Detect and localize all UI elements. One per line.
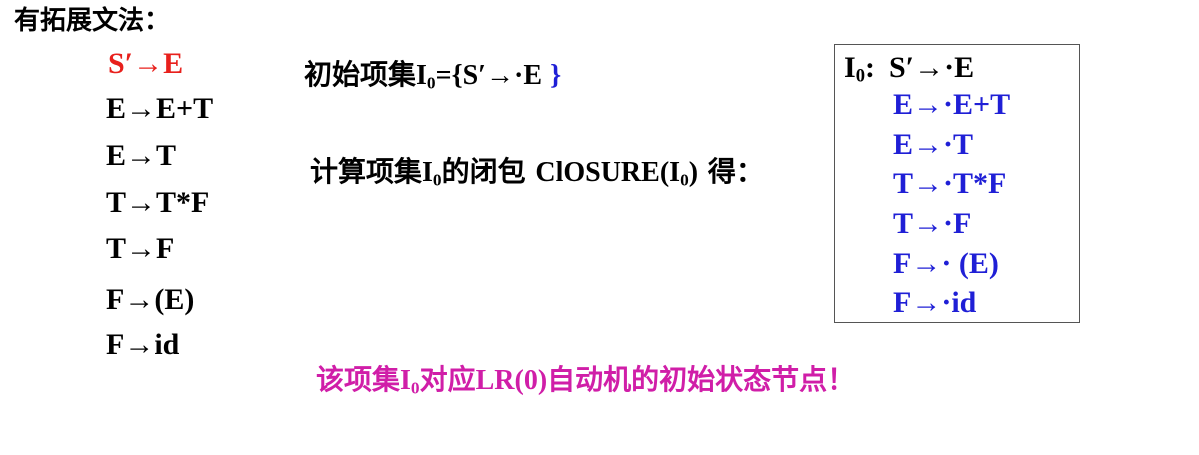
closure-line: 计算项集I0的闭包 ClOSURE(I0) 得：	[310, 154, 764, 191]
closure-word-end: )	[688, 157, 699, 188]
closure-prefix: 计算项集	[310, 155, 423, 188]
production-3: T→T*F	[106, 186, 210, 219]
closure-word-subscript: 0	[680, 170, 689, 190]
closure-suffix: 得：	[698, 155, 764, 188]
closure-item-5: F→· (E)	[893, 247, 999, 280]
note-suffix: 自动机的初始状态节点！	[547, 363, 856, 396]
closure-item-3: T→·T*F	[893, 167, 1007, 200]
closure-item-subscript: 0	[432, 170, 442, 190]
production-2: E→T	[106, 139, 177, 172]
initial-item-subscript: 0	[426, 73, 436, 93]
note-text: 对应	[419, 363, 476, 396]
initial-item-line: 初始项集I0={S′→·E}	[304, 57, 561, 94]
closure-item-1: E→·E+T	[893, 88, 1011, 121]
production-4: T→F	[106, 232, 175, 265]
start-production: S′→E	[108, 47, 184, 80]
closure-item-2: E→·T	[893, 128, 974, 161]
initial-item-value: S′→·E	[462, 60, 543, 91]
note-item-symbol: I	[400, 365, 411, 396]
initial-item-label: 初始项集	[304, 58, 417, 91]
production-1: E→E+T	[106, 92, 214, 125]
closure-item-symbol: I	[422, 157, 433, 188]
closure-box-colon: :	[864, 51, 875, 84]
initial-item-close-brace: }	[550, 60, 562, 91]
closure-item-6: F→·id	[893, 286, 977, 319]
closure-item-4: T→·F	[893, 207, 972, 240]
production-6: F→id	[106, 328, 180, 361]
note-prefix: 该项集	[316, 363, 401, 396]
production-5: F→(E)	[106, 283, 195, 316]
page-title: 有拓展文法：	[14, 6, 171, 36]
bottom-note: 该项集I0对应LR(0)自动机的初始状态节点！	[316, 360, 855, 401]
note-item-subscript: 0	[410, 378, 420, 398]
closure-box-label: I	[844, 51, 856, 84]
closure-word: ClOSURE(I	[535, 157, 681, 188]
initial-item-symbol: I	[416, 60, 427, 91]
note-automaton: LR(0)	[475, 365, 548, 396]
closure-box-label-subscript: 0	[855, 65, 865, 87]
closure-box-header: I0: S′→·E	[844, 50, 974, 86]
closure-text: 的闭包	[441, 155, 536, 188]
closure-kernel-item: S′→·E	[888, 51, 975, 84]
initial-item-equals: ={	[435, 60, 463, 91]
